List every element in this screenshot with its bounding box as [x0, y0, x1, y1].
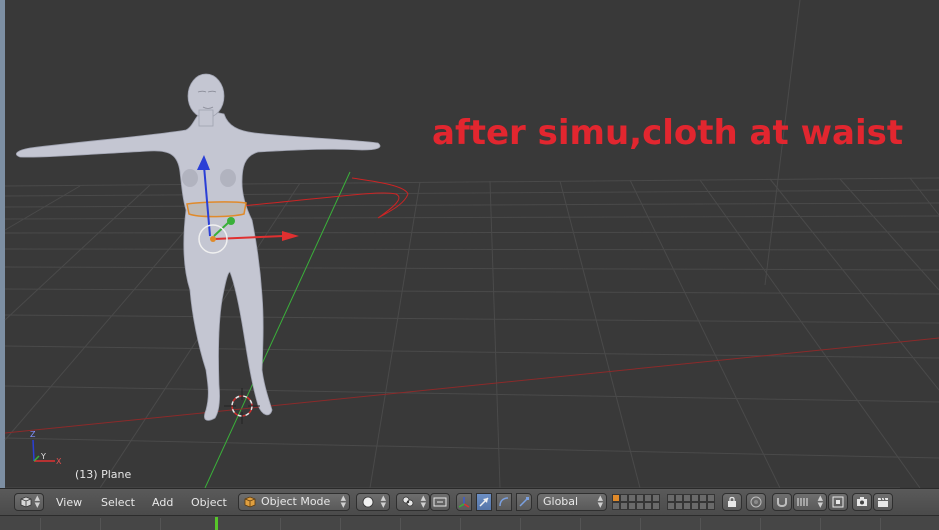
menu-add[interactable]: Add [152, 495, 173, 511]
proportional-edit-button[interactable] [746, 493, 766, 511]
rotate-manipulator-button[interactable] [496, 493, 512, 511]
layer-grid-1[interactable] [612, 494, 660, 511]
object-mode-cube-icon [244, 496, 256, 508]
solid-sphere-icon [362, 496, 374, 508]
orientation-label: Global [543, 495, 579, 508]
updown-arrows-icon: ▲ ▼ [34, 494, 40, 509]
human-figure [16, 73, 381, 421]
axis-orientation-widget: Z Y X [30, 430, 62, 466]
3d-viewport[interactable]: Z Y X after simu,cloth at waist (13) Pla… [0, 0, 939, 488]
snap-target-icon [832, 496, 844, 508]
mode-selector[interactable]: Object Mode ▲ ▼ [238, 493, 350, 511]
scale-manipulator-button[interactable] [516, 493, 532, 511]
scene-svg: Z Y X [4, 0, 939, 488]
pivot-point-icon [402, 496, 414, 507]
manipulator-icon [458, 497, 470, 508]
proportional-edit-icon [433, 497, 447, 507]
editor-type-selector[interactable]: ▲ ▼ [14, 493, 44, 511]
proportional-toggle[interactable] [430, 493, 450, 511]
updown-arrows-icon: ▲ ▼ [340, 494, 346, 509]
3d-view-header: ▲ ▼ View Select Add Object Object Mode ▲ ▼… [0, 488, 939, 516]
camera-render-icon [857, 497, 867, 506]
scale-icon [519, 497, 529, 507]
cloth-waist-band [186, 201, 247, 218]
active-object-label: (13) Plane [75, 468, 132, 481]
translate-manipulator-button[interactable] [476, 493, 492, 511]
mode-label: Object Mode [261, 495, 331, 508]
timeline-strip[interactable] [0, 515, 939, 530]
y-gizmo-head [227, 217, 235, 225]
layer-grid-2[interactable] [667, 494, 715, 511]
menu-object[interactable]: Object [191, 495, 227, 511]
lock-layers-button[interactable] [722, 493, 742, 511]
pivot-point-selector[interactable]: ▲ ▼ [396, 493, 430, 511]
snap-toggle[interactable] [772, 493, 792, 511]
render-image-button[interactable] [852, 493, 872, 511]
svg-text:Z: Z [30, 430, 36, 439]
svg-text:X: X [56, 457, 62, 466]
menu-view[interactable]: View [56, 495, 82, 511]
layers-lock-icon [728, 496, 736, 507]
transform-orientation-selector[interactable]: Global ▲ ▼ [537, 493, 607, 511]
translate-arrow-icon [479, 497, 489, 507]
object-origin [210, 236, 216, 242]
updown-arrows-icon: ▲ ▼ [380, 494, 386, 509]
svg-text:Y: Y [40, 452, 46, 461]
clapperboard-icon [878, 497, 888, 507]
magnet-icon [777, 498, 787, 507]
3d-view-cube-icon [20, 496, 32, 508]
render-animation-button[interactable] [873, 493, 893, 511]
updown-arrows-icon: ▲ ▼ [597, 494, 603, 509]
snap-increment-icon [797, 498, 808, 506]
snap-element-selector[interactable]: ▲ ▼ [793, 493, 827, 511]
snap-target-button[interactable] [828, 493, 848, 511]
rotate-arc-icon [499, 497, 509, 507]
viewport-shading-selector[interactable]: ▲ ▼ [356, 493, 390, 511]
proportional-circle-icon [750, 496, 762, 508]
current-frame-marker[interactable] [215, 517, 218, 530]
manipulator-toggle[interactable] [456, 493, 472, 511]
updown-arrows-icon: ▲ ▼ [420, 494, 426, 509]
annotation-text: after simu,cloth at waist [432, 113, 904, 153]
menu-select[interactable]: Select [101, 495, 135, 511]
updown-arrows-icon: ▲ ▼ [817, 494, 823, 509]
floor-grid [4, 0, 939, 488]
